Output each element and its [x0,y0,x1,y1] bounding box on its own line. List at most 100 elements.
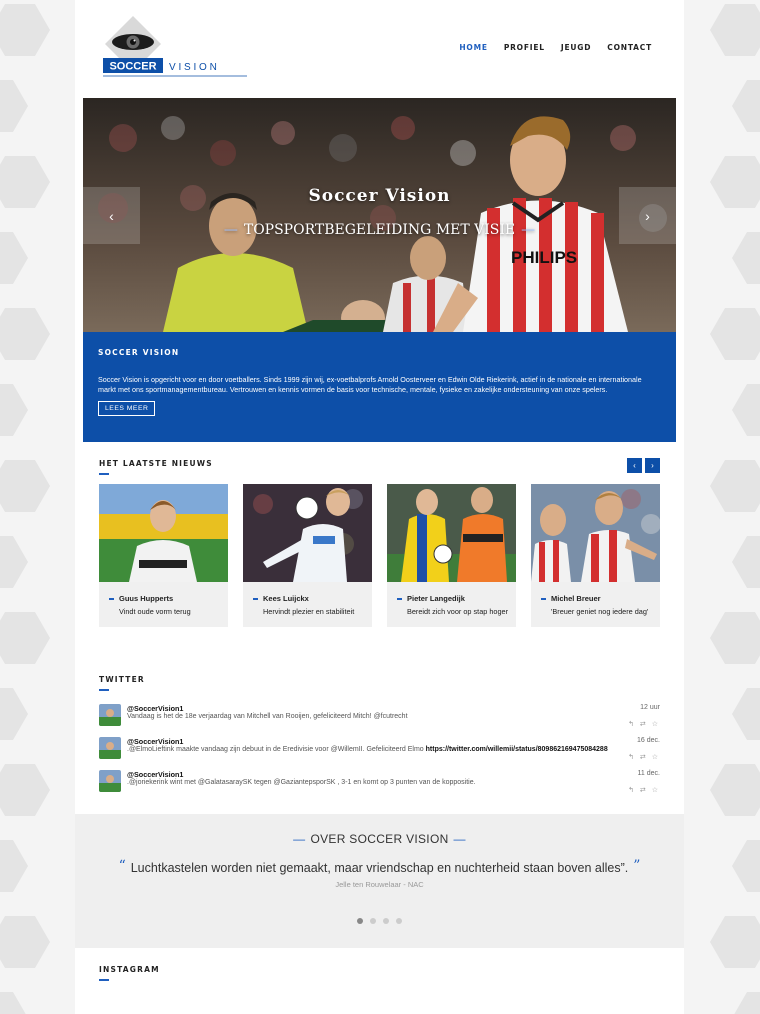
title-dash-left: — [293,832,306,846]
hero-subtitle-text: TOPSPORTBEGELEIDING MET VISIE [243,222,516,238]
background-hexagon [710,4,760,56]
news-player-name: Michel Breuer [541,594,660,603]
hero-subtitle: — TOPSPORTBEGELEIDING MET VISIE — [83,222,676,238]
news-description: 'Breuer geniet nog iedere dag' [551,607,649,616]
news-nav: ‹ › [627,458,660,473]
twitter-avatar[interactable] [99,770,121,792]
background-hexagon [710,916,760,968]
twitter-avatar[interactable] [99,737,121,759]
background-hexagon [0,308,50,360]
news-image [243,484,372,582]
news-card[interactable]: Pieter Langedijk Bereidt zich voor op st… [387,484,516,627]
tweet-text-body: .@ElmoLieftink maakte vandaag zijn debuu… [127,746,426,753]
tweet: @SoccerVision1 .@ElmoLieftink maakte van… [99,736,660,769]
hero-slider: PHILIPS Soccer Vision — TOPSPORTBEGELEIDI… [83,98,676,332]
background-hexagon [0,612,50,664]
news-player-name: Guus Hupperts [109,594,228,603]
pagination-dot[interactable] [357,918,363,924]
quote-text: “ Luchtkastelen worden niet gemaakt, maar… [75,858,684,875]
pagination-dot[interactable] [383,918,389,924]
background-hexagon [732,536,760,588]
background-hexagon [0,232,28,284]
background-hexagon [0,80,28,132]
title-dash-right: — [453,832,466,846]
tweet-text: .@ElmoLieftink maakte vandaag zijn debuu… [127,746,608,753]
background-hexagon [734,992,760,1014]
nav-item-jeugd[interactable]: JEUGD [561,43,591,52]
news-player-name: Pieter Langedijk [397,594,516,603]
news-description: Vindt oude vorm terug [119,607,191,616]
lees-meer-button[interactable]: LEES MEER [98,401,156,417]
nav-item-profiel[interactable]: PROFIEL [504,43,545,52]
quote-body: Luchtkastelen worden niet gemaakt, maar … [130,861,629,875]
hero-shirt-sponsor: PHILIPS [511,248,577,267]
quote-open-icon: “ [118,858,126,874]
tweet-actions-icons[interactable]: ↰ ⇄ ☆ [628,753,660,761]
tweet-time[interactable]: 11 dec. [638,770,660,777]
background-hexagon [0,384,28,436]
pagination-dot[interactable] [396,918,402,924]
quote-section-title-text: OVER SOCCER VISION [310,832,449,846]
hero-image: PHILIPS [83,98,676,332]
background-hexagon [710,764,760,816]
tweet-time[interactable]: 12 uur [640,704,660,711]
news-next-button[interactable]: › [645,458,660,473]
background-hexagon [0,916,50,968]
background-hexagon [732,232,760,284]
news-image [531,484,660,582]
quote-close-icon: ” [633,858,641,874]
quote-pagination [75,918,684,924]
news-card[interactable]: Guus Hupperts Vindt oude vorm terug [99,484,228,627]
tweet-username[interactable]: @SoccerVision1 [127,770,183,779]
twitter-avatar[interactable] [99,704,121,726]
background-hexagon [710,612,760,664]
subtitle-dash-right: — [521,222,536,238]
tweet: @SoccerVision1 .@joriekerink wint met @G… [99,769,660,802]
twitter-section-title: TWITTER [99,675,145,691]
logo-soccer-text: SOCCER [109,61,156,73]
news-image [387,484,516,582]
page-container: SOCCER V I S I O N HOME PROFIEL JEUGD CO… [75,0,684,1014]
tweet-time[interactable]: 16 dec. [637,737,660,744]
chevron-left-icon: ‹ [109,207,114,224]
hero-next-button[interactable]: › [619,187,676,244]
chevron-right-icon: › [645,207,650,224]
pagination-dot[interactable] [370,918,376,924]
intro-text: Soccer Vision is opgericht voor en door … [98,375,642,395]
tweet-actions-icons[interactable]: ↰ ⇄ ☆ [628,720,660,728]
background-hexagon [0,688,28,740]
news-card[interactable]: Michel Breuer 'Breuer geniet nog iedere … [531,484,660,627]
tweet-username[interactable]: @SoccerVision1 [127,737,183,746]
nav-item-contact[interactable]: CONTACT [607,43,652,52]
instagram-section-title: INSTAGRAM [99,965,160,981]
background-hexagon [732,840,760,892]
news-section-title: HET LAATSTE NIEUWS [99,459,213,475]
background-hexagon [0,764,50,816]
tweet: @SoccerVision1 Vandaag is het de 18e ver… [99,703,660,736]
news-description: Bereidt zich voor op stap hoger [407,607,508,616]
hero-prev-button[interactable]: ‹ [83,187,140,244]
nav-item-home[interactable]: HOME [459,43,487,52]
background-hexagon [0,460,50,512]
background-hexagon [732,80,760,132]
background-hexagon [0,992,26,1014]
tweet-link[interactable]: https://twitter.com/willemii/status/8098… [426,746,608,753]
soccer-vision-logo[interactable]: SOCCER V I S I O N [99,14,249,84]
news-description: Hervindt plezier en stabiliteit [263,607,355,616]
tweet-actions-icons[interactable]: ↰ ⇄ ☆ [628,786,660,794]
background-hexagon [0,4,50,56]
news-player-name: Kees Luijckx [253,594,372,603]
tweet-username[interactable]: @SoccerVision1 [127,704,183,713]
logo-vision-text: V I S I O N [169,62,217,73]
background-hexagon [732,688,760,740]
news-card[interactable]: Kees Luijckx Hervindt plezier en stabili… [243,484,372,627]
news-image [99,484,228,582]
main-nav: HOME PROFIEL JEUGD CONTACT [459,43,652,52]
news-prev-button[interactable]: ‹ [627,458,642,473]
news-grid: Guus Hupperts Vindt oude vorm terug Kees… [99,484,660,627]
background-hexagon [0,156,50,208]
intro-section: SOCCER VISION Soccer Vision is opgericht… [83,332,676,442]
background-hexagon [710,460,760,512]
intro-title: SOCCER VISION [98,348,180,357]
quote-section: — OVER SOCCER VISION — “ Luchtkastelen word… [75,814,684,948]
